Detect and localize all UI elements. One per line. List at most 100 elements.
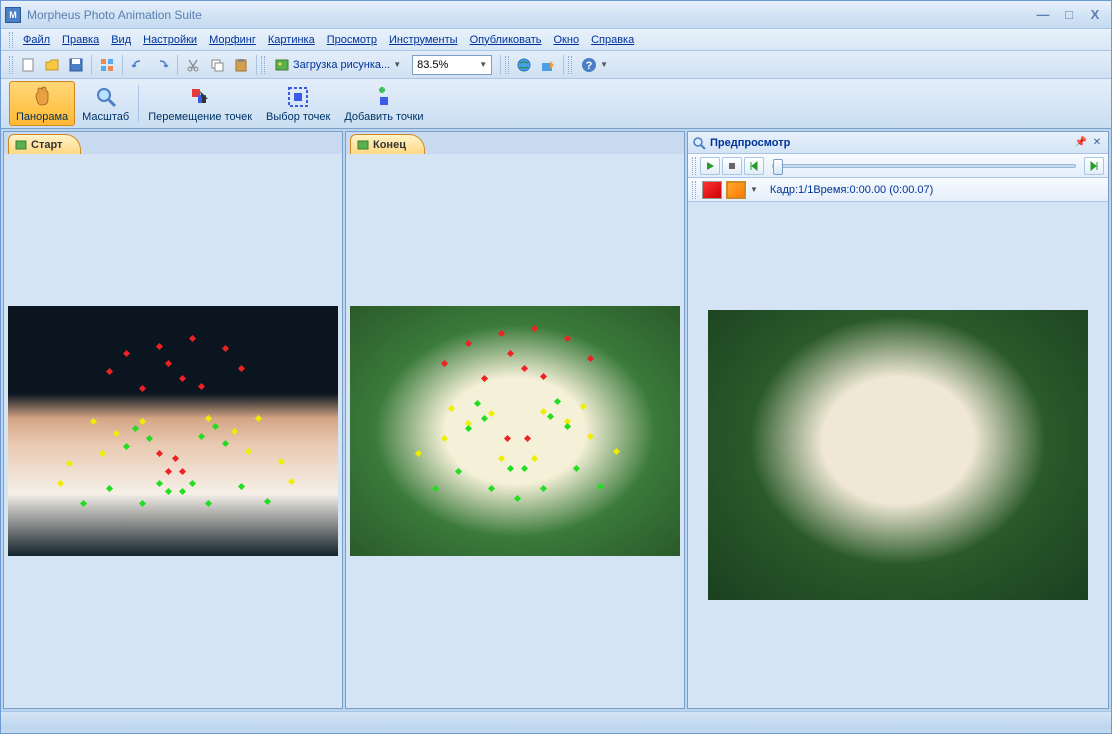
scale-label: Масштаб (82, 111, 129, 123)
end-image-area[interactable] (346, 154, 684, 708)
color-swatch-orange[interactable] (726, 181, 746, 199)
world-button[interactable] (513, 54, 535, 76)
menu-settings[interactable]: Настройки (137, 32, 203, 48)
menu-morphing[interactable]: Морфинг (203, 32, 262, 48)
dropdown-arrow-icon[interactable]: ▼ (750, 185, 758, 194)
menu-tools[interactable]: Инструменты (383, 32, 464, 48)
new-button[interactable] (17, 54, 39, 76)
window-controls: — □ X (1031, 6, 1107, 24)
copy-button[interactable] (206, 54, 228, 76)
end-tab[interactable]: Конец (350, 134, 425, 154)
toolbar-grip-2[interactable] (261, 56, 265, 74)
menu-edit[interactable]: Правка (56, 32, 105, 48)
preview-image-area[interactable] (688, 202, 1108, 708)
move-points-icon (188, 85, 212, 109)
menu-file[interactable]: Файл (17, 32, 56, 48)
end-image (350, 306, 680, 556)
picture-icon (274, 57, 290, 73)
panorama-label: Панорама (16, 111, 68, 123)
add-points-tool[interactable]: Добавить точки (337, 81, 430, 126)
scale-tool[interactable]: Масштаб (75, 81, 136, 126)
frame-info-text: Кадр:1/1Время:0:00.00 (0:00.07) (770, 184, 933, 196)
layout-button[interactable] (96, 54, 118, 76)
zoom-select[interactable]: 83.5% ▼ (412, 55, 492, 75)
close-button[interactable]: X (1083, 6, 1107, 24)
start-tab[interactable]: Старт (8, 134, 81, 154)
end-tab-label: Конец (373, 139, 406, 151)
select-points-label: Выбор точек (266, 111, 330, 123)
timeline-slider[interactable] (772, 164, 1076, 168)
menu-window[interactable]: Окно (548, 32, 586, 48)
panel-close-button[interactable]: ✕ (1090, 136, 1104, 150)
titlebar: M Morpheus Photo Animation Suite — □ X (1, 1, 1111, 29)
dropdown-arrow-icon: ▼ (600, 60, 608, 69)
play-button[interactable] (700, 157, 720, 175)
dropdown-arrow-icon: ▼ (479, 60, 487, 69)
stop-button[interactable] (722, 157, 742, 175)
menubar-grip[interactable] (9, 32, 13, 48)
frame-bar-grip[interactable] (692, 181, 696, 199)
cut-button[interactable] (182, 54, 204, 76)
redo-button[interactable] (151, 54, 173, 76)
load-image-button[interactable]: Загрузка рисунка... ▼ (269, 54, 406, 76)
picture-icon (357, 139, 369, 151)
start-image-area[interactable] (4, 154, 342, 708)
start-panel: Старт (3, 131, 343, 709)
end-tab-header: Конец (346, 132, 684, 154)
hand-icon (30, 85, 54, 109)
end-panel: Конец (345, 131, 685, 709)
playback-bar (688, 154, 1108, 178)
add-points-icon (372, 85, 396, 109)
menu-view[interactable]: Вид (105, 32, 137, 48)
undo-button[interactable] (127, 54, 149, 76)
panorama-tool[interactable]: Панорама (9, 81, 75, 126)
svg-text:?: ? (586, 60, 593, 72)
frame-info-bar: ▼ Кадр:1/1Время:0:00.00 (0:00.07) (688, 178, 1108, 202)
tools-toolbar: Панорама Масштаб Перемещение точек Выбор… (1, 79, 1111, 129)
open-button[interactable] (41, 54, 63, 76)
toolbar-grip-4[interactable] (568, 56, 572, 74)
preview-header: Предпросмотр 📌 ✕ (688, 132, 1108, 154)
menu-picture[interactable]: Картинка (262, 32, 321, 48)
menu-help[interactable]: Справка (585, 32, 640, 48)
save-button[interactable] (65, 54, 87, 76)
pin-button[interactable]: 📌 (1074, 136, 1088, 150)
start-image (8, 306, 338, 556)
magnifier-icon (692, 136, 706, 150)
select-points-tool[interactable]: Выбор точек (259, 81, 337, 126)
window-title: Morpheus Photo Animation Suite (27, 8, 1031, 22)
picture-icon (15, 139, 27, 151)
zoom-value: 83.5% (417, 59, 448, 71)
preview-image (708, 310, 1088, 600)
preview-panel: Предпросмотр 📌 ✕ ▼ Кадр:1/1Время:0:00.00… (687, 131, 1109, 709)
select-points-icon (286, 85, 310, 109)
publish-button[interactable] (537, 54, 559, 76)
step-back-button[interactable] (744, 157, 764, 175)
help-button[interactable]: ? ▼ (576, 54, 613, 76)
magnifier-icon (94, 85, 118, 109)
move-points-tool[interactable]: Перемещение точек (141, 81, 259, 126)
app-icon: M (5, 7, 21, 23)
move-points-label: Перемещение точек (148, 111, 252, 123)
standard-toolbar: Загрузка рисунка... ▼ 83.5% ▼ ? ▼ (1, 51, 1111, 79)
toolbar-grip-3[interactable] (505, 56, 509, 74)
playback-grip[interactable] (692, 157, 696, 175)
step-forward-button[interactable] (1084, 157, 1104, 175)
paste-button[interactable] (230, 54, 252, 76)
color-swatch-red[interactable] (702, 181, 722, 199)
minimize-button[interactable]: — (1031, 6, 1055, 24)
maximize-button[interactable]: □ (1057, 6, 1081, 24)
load-image-label: Загрузка рисунка... (293, 59, 390, 71)
workspace: Старт Конец (1, 129, 1111, 711)
dropdown-arrow-icon: ▼ (393, 60, 401, 69)
toolbar-grip[interactable] (9, 56, 13, 74)
slider-thumb[interactable] (773, 159, 783, 175)
help-icon: ? (581, 57, 597, 73)
preview-title: Предпросмотр (710, 137, 1074, 149)
start-tab-header: Старт (4, 132, 342, 154)
menu-preview[interactable]: Просмотр (321, 32, 383, 48)
start-tab-label: Старт (31, 139, 62, 151)
menu-publish[interactable]: Опубликовать (464, 32, 548, 48)
add-points-label: Добавить точки (344, 111, 423, 123)
statusbar (1, 711, 1111, 729)
